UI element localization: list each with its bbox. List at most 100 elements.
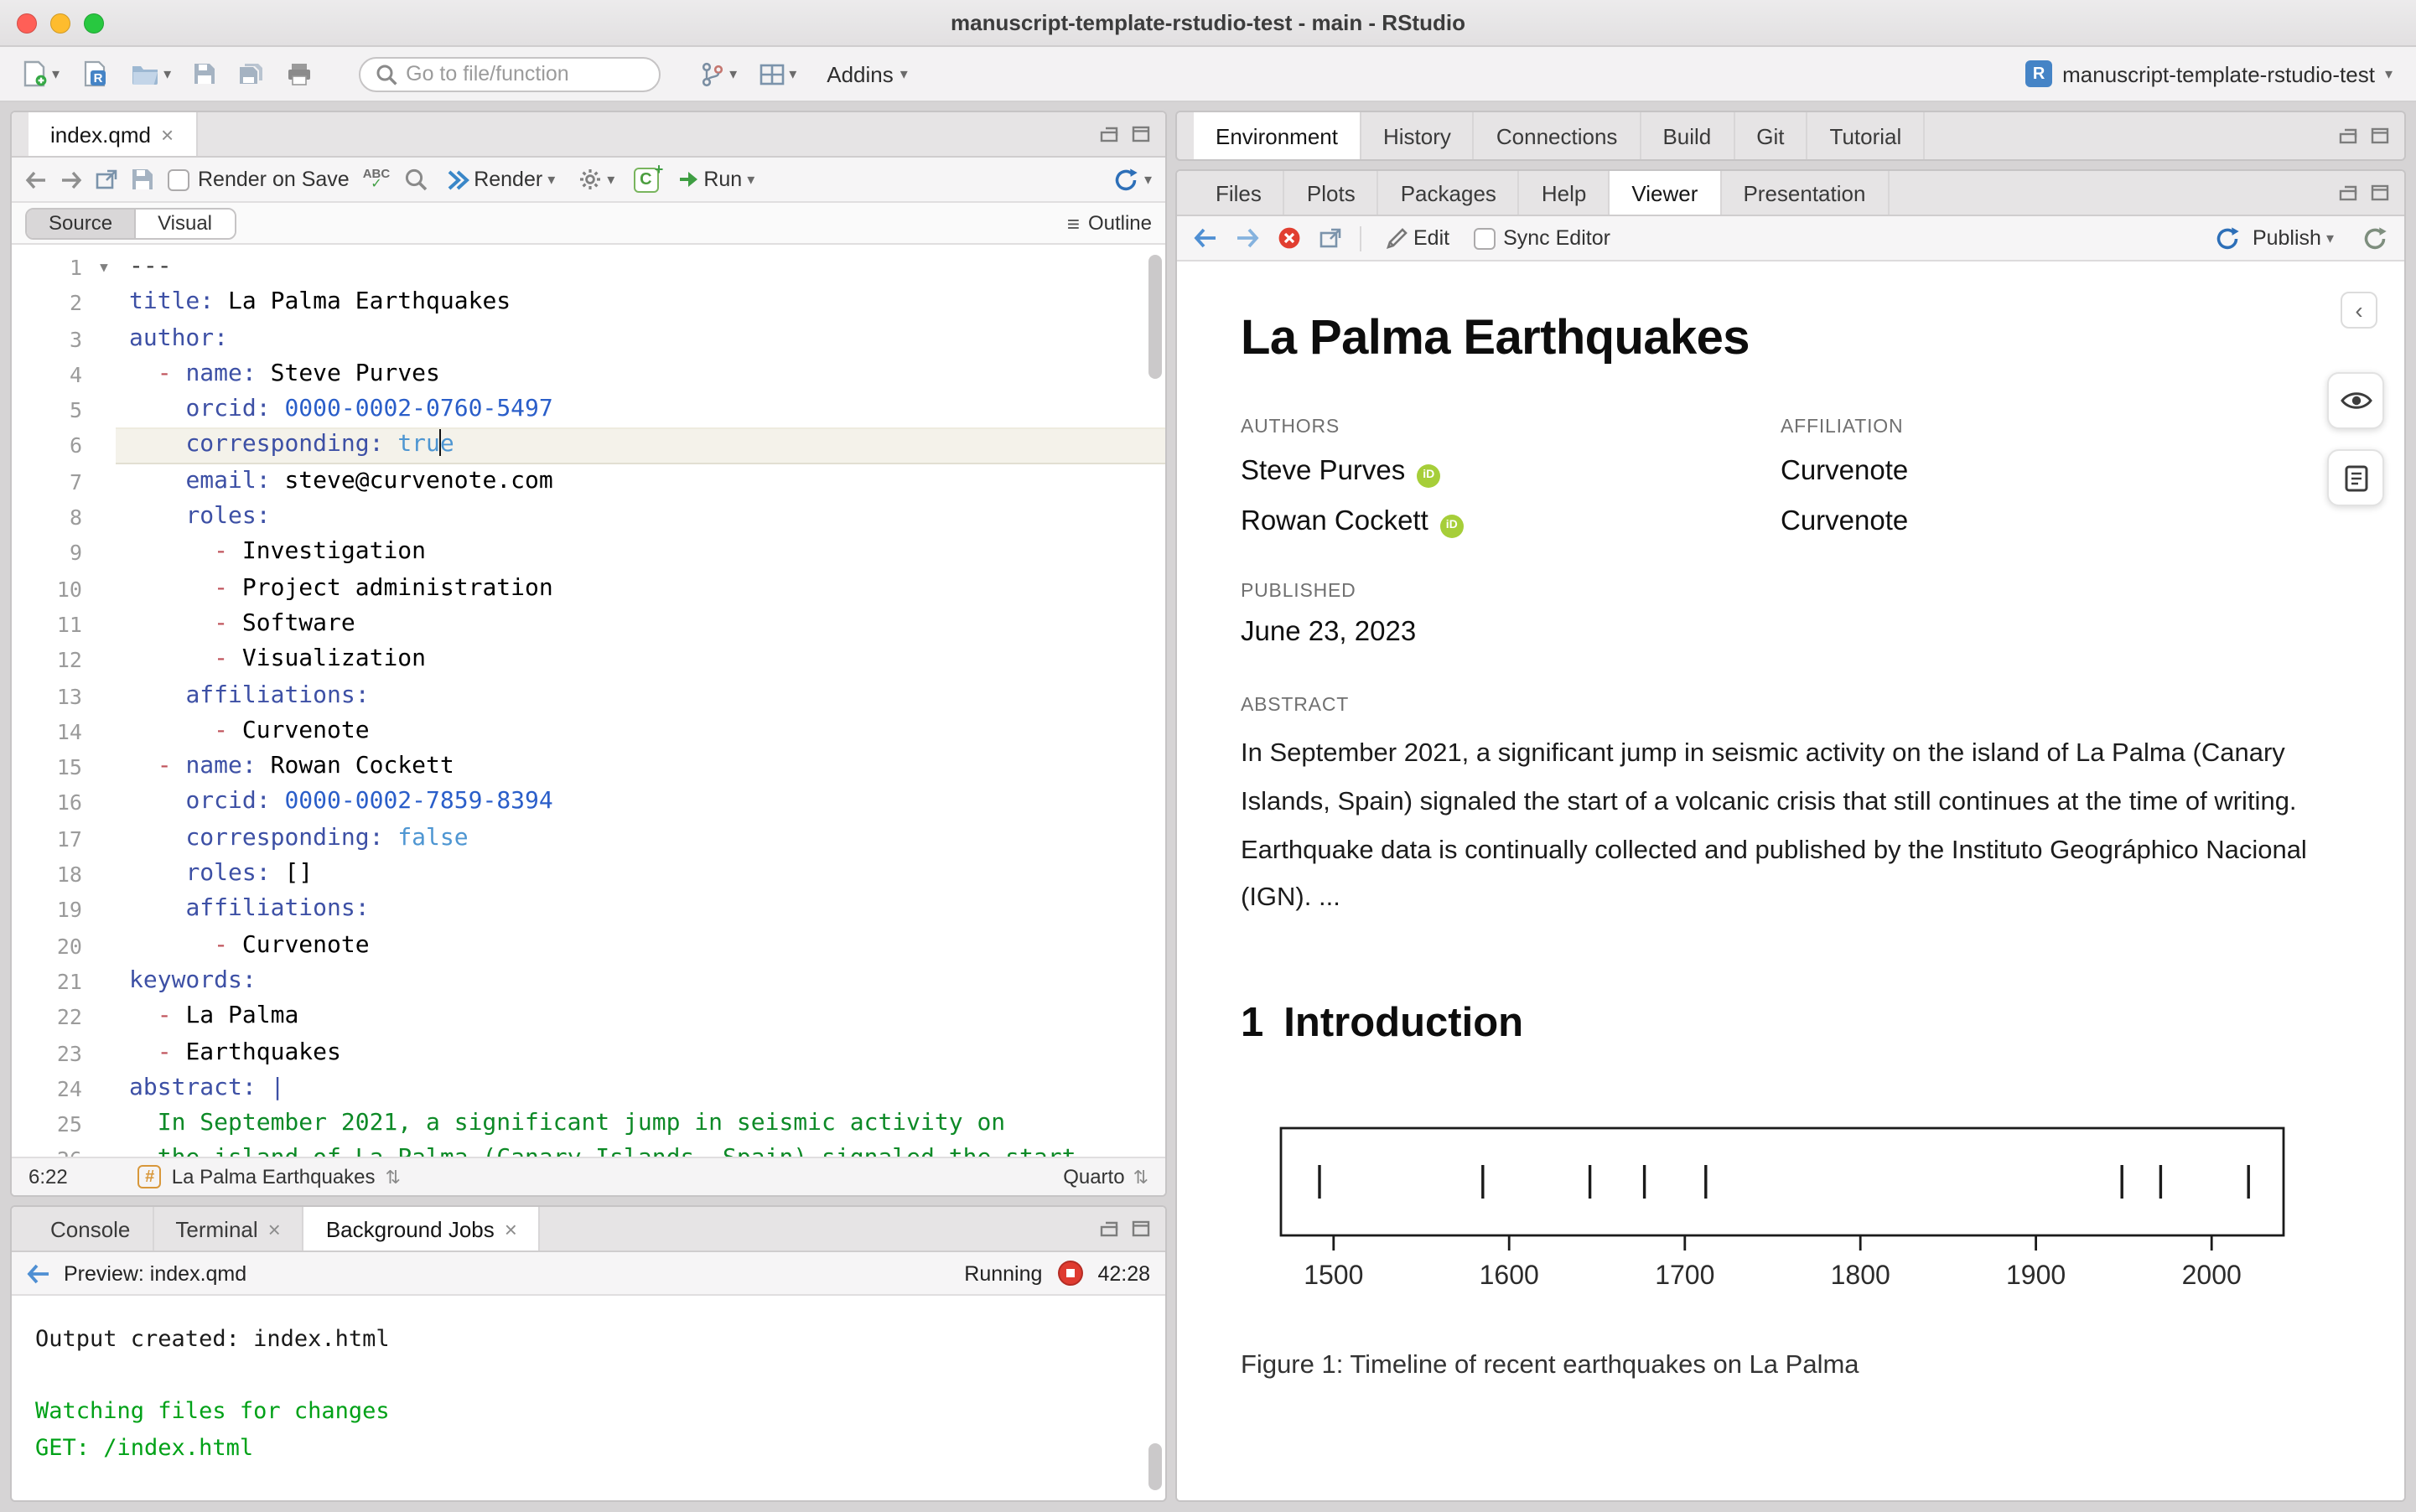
goto-file-input[interactable]	[406, 62, 641, 85]
code-editor[interactable]: 1 ▼ --- 2 title: La Palma Earthquakes 3 author…	[12, 245, 1165, 1157]
minimize-pane-icon[interactable]	[2339, 127, 2357, 144]
code-line[interactable]: 22 - La Palma	[12, 999, 1165, 1035]
console-scrollbar[interactable]	[1148, 1443, 1162, 1490]
code-line[interactable]: 11 - Software	[12, 607, 1165, 643]
maximize-pane-icon[interactable]	[2371, 184, 2389, 201]
code-line[interactable]: 25 In September 2021, a significant jump…	[12, 1106, 1165, 1142]
spellcheck-icon[interactable]: ABC ✓	[363, 168, 391, 191]
section-selector[interactable]: # La Palma Earthquakes ⇅	[137, 1165, 401, 1188]
minimize-window-button[interactable]	[50, 13, 70, 34]
version-control-button[interactable]: ▾	[696, 58, 742, 90]
tab-git[interactable]: Git	[1734, 112, 1808, 159]
tab-build[interactable]: Build	[1641, 112, 1735, 159]
code-line[interactable]: 26 the island of La Palma (Canary Island…	[12, 1142, 1165, 1157]
annotation-note-button[interactable]	[2327, 449, 2384, 506]
code-line[interactable]: 2 title: La Palma Earthquakes	[12, 286, 1165, 322]
forward-icon[interactable]	[1236, 228, 1259, 248]
zoom-window-button[interactable]	[84, 13, 104, 34]
save-all-button[interactable]	[233, 58, 270, 90]
caret-down-icon[interactable]: ▾	[163, 65, 171, 83]
code-line[interactable]: 1 ▼ ---	[12, 250, 1165, 286]
caret-down-icon[interactable]: ▾	[607, 170, 614, 189]
back-icon[interactable]	[27, 1263, 50, 1283]
back-icon[interactable]	[1194, 228, 1217, 248]
render-button[interactable]: Render ▾	[440, 164, 560, 194]
orcid-icon[interactable]: iD	[1439, 514, 1464, 537]
code-line[interactable]: 14 - Curvenote	[12, 714, 1165, 750]
code-line[interactable]: 24 abstract: |	[12, 1071, 1165, 1107]
code-line[interactable]: 23 - Earthquakes	[12, 1035, 1165, 1071]
tab-files[interactable]: Files	[1194, 171, 1285, 215]
tab-connections[interactable]: Connections	[1475, 112, 1641, 159]
code-line[interactable]: 12 - Visualization	[12, 643, 1165, 679]
code-line[interactable]: 15 - name: Rowan Cockett	[12, 749, 1165, 785]
tab-history[interactable]: History	[1361, 112, 1475, 159]
code-line[interactable]: 4 - name: Steve Purves	[12, 357, 1165, 393]
tab-tutorial[interactable]: Tutorial	[1808, 112, 1926, 159]
caret-down-icon[interactable]: ▾	[2326, 229, 2334, 247]
editor-scrollbar[interactable]	[1148, 255, 1162, 379]
maximize-pane-icon[interactable]	[2371, 127, 2389, 144]
save-button[interactable]	[188, 59, 221, 89]
code-line[interactable]: 18 roles: []	[12, 857, 1165, 893]
run-button[interactable]: Run ▾	[671, 164, 760, 194]
viewer-content[interactable]: La Palma Earthquakes AUTHORS AFFILIATION…	[1177, 261, 2404, 1500]
code-line[interactable]: 16 orcid: 0000-0002-7859-8394	[12, 785, 1165, 821]
caret-down-icon[interactable]: ▾	[52, 65, 60, 83]
code-line[interactable]: 20 - Curvenote	[12, 928, 1165, 964]
render-on-save-checkbox[interactable]	[168, 168, 189, 190]
popout-icon[interactable]	[96, 169, 117, 189]
code-line[interactable]: 3 author:	[12, 321, 1165, 357]
code-line[interactable]: 5 orcid: 0000-0002-0760-5497	[12, 392, 1165, 428]
code-line[interactable]: 6 corresponding: true	[12, 427, 1165, 464]
caret-down-icon[interactable]: ▾	[747, 170, 754, 189]
close-icon[interactable]: ×	[161, 122, 174, 147]
code-line[interactable]: 19 affiliations:	[12, 893, 1165, 929]
forward-icon[interactable]	[60, 170, 82, 189]
minimize-pane-icon[interactable]	[1100, 1220, 1118, 1237]
outline-button[interactable]: ≡ Outline	[1067, 210, 1152, 236]
open-file-button[interactable]: ▾	[125, 59, 176, 89]
tab-plots[interactable]: Plots	[1285, 171, 1379, 215]
fold-arrow-icon[interactable]: ▼	[92, 250, 116, 286]
maximize-pane-icon[interactable]	[1132, 1220, 1150, 1237]
insert-chunk-icon[interactable]: C +	[633, 160, 663, 192]
code-line[interactable]: 9 - Investigation	[12, 536, 1165, 572]
minimize-pane-icon[interactable]	[1100, 126, 1118, 142]
format-selector[interactable]: Quarto ⇅	[1063, 1165, 1148, 1188]
tab-packages[interactable]: Packages	[1379, 171, 1520, 215]
code-line[interactable]: 10 - Project administration	[12, 571, 1165, 607]
tab-index-qmd[interactable]: index.qmd ×	[29, 112, 198, 156]
new-file-button[interactable]: ▾	[17, 57, 65, 91]
minimize-pane-icon[interactable]	[2339, 184, 2357, 201]
close-icon[interactable]: ×	[505, 1216, 517, 1241]
caret-down-icon[interactable]: ▾	[729, 65, 737, 83]
remove-viewer-item-icon[interactable]	[1278, 226, 1301, 250]
source-publish-button[interactable]: ▾	[1114, 167, 1152, 192]
render-settings-button[interactable]: ▾	[573, 164, 620, 194]
tab-viewer[interactable]: Viewer	[1610, 171, 1722, 215]
edit-button[interactable]: Edit	[1380, 223, 1454, 253]
caret-down-icon[interactable]: ▾	[547, 170, 555, 189]
code-line[interactable]: 21 keywords:	[12, 964, 1165, 1000]
code-line[interactable]: 17 corresponding: false	[12, 821, 1165, 857]
workspace-panes-button[interactable]: ▾	[754, 60, 801, 88]
popout-icon[interactable]	[1319, 228, 1341, 248]
goto-file-search[interactable]	[359, 56, 661, 91]
stop-job-icon[interactable]	[1057, 1261, 1083, 1286]
back-icon[interactable]	[25, 170, 47, 189]
search-icon[interactable]	[403, 168, 427, 191]
source-mode-button[interactable]: Source	[27, 209, 135, 237]
tab-console[interactable]: Console	[29, 1207, 154, 1251]
tab-terminal[interactable]: Terminal ×	[153, 1207, 304, 1251]
preview-eye-button[interactable]	[2327, 372, 2384, 429]
code-line[interactable]: 7 email: steve@curvenote.com	[12, 464, 1165, 500]
code-line[interactable]: 13 affiliations:	[12, 678, 1165, 714]
publish-button[interactable]: Publish ▾	[2216, 225, 2334, 251]
maximize-pane-icon[interactable]	[1132, 126, 1150, 142]
orcid-icon[interactable]: iD	[1417, 463, 1441, 487]
tab-background-jobs[interactable]: Background Jobs ×	[303, 1207, 541, 1251]
visual-mode-button[interactable]: Visual	[134, 209, 234, 237]
sync-editor-checkbox[interactable]	[1473, 227, 1496, 249]
tab-presentation[interactable]: Presentation	[1721, 171, 1890, 215]
